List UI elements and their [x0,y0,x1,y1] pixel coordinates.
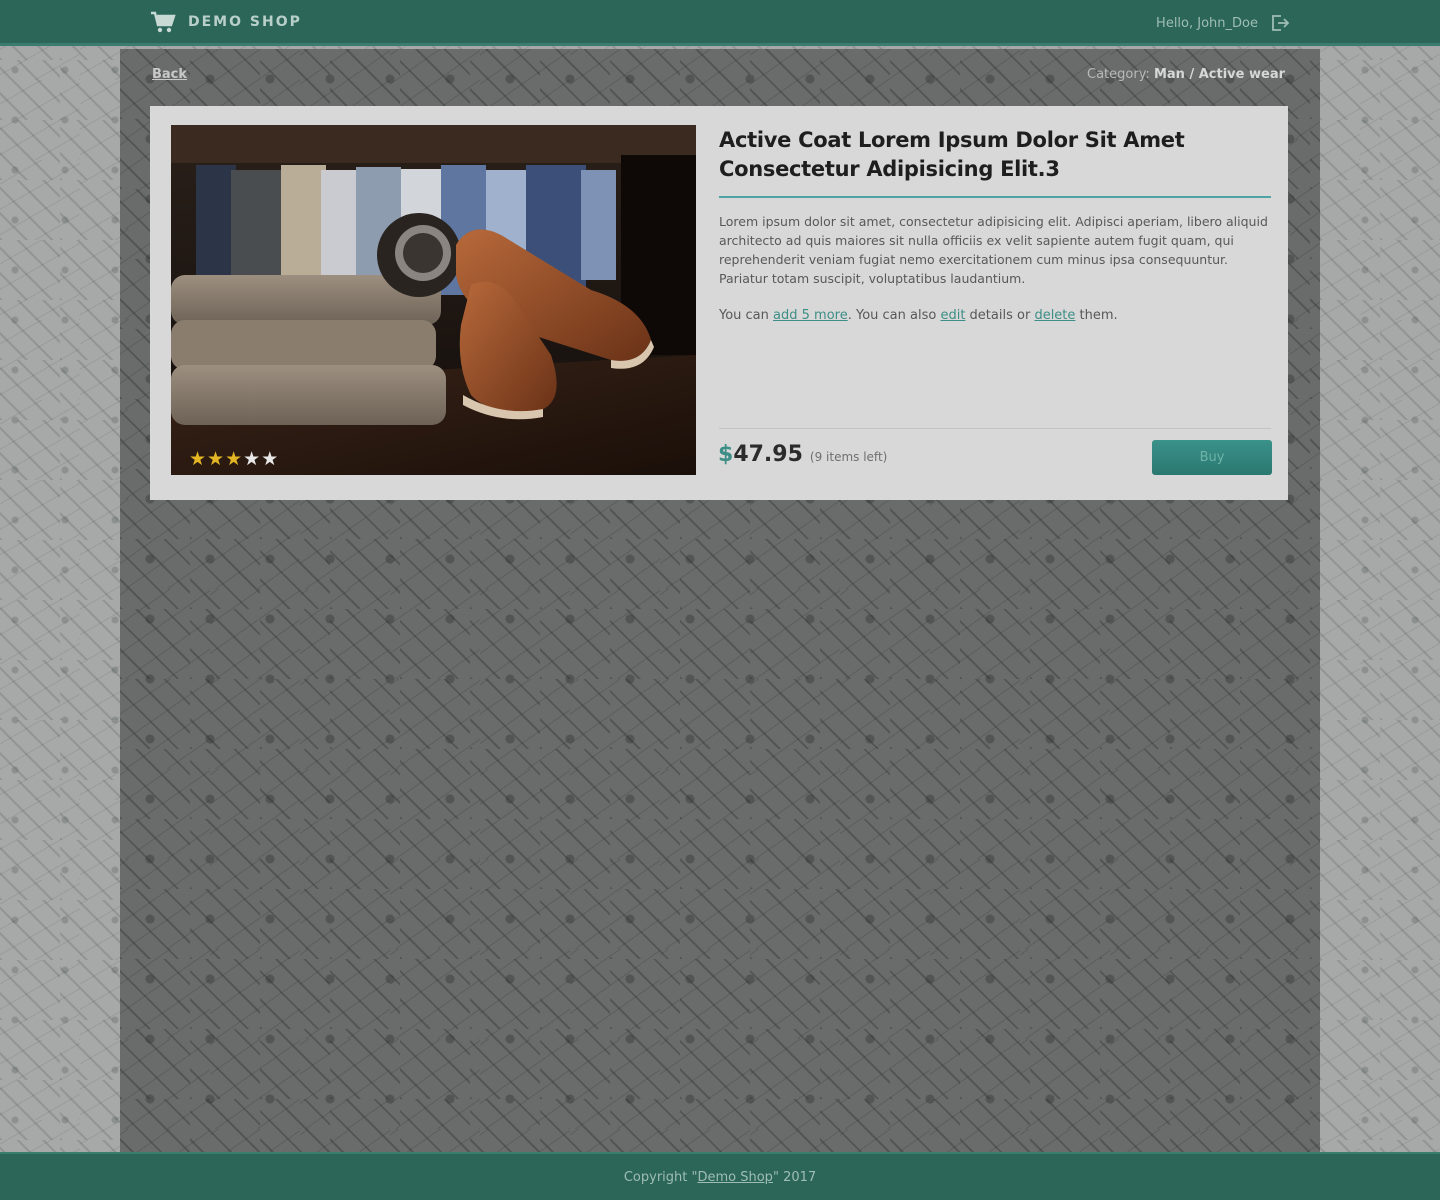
back-link[interactable]: Back [152,67,187,82]
footer: Copyright " Demo Shop " 2017 [0,1152,1440,1200]
delete-link[interactable]: delete [1034,308,1075,323]
brand-name: DEMO SHOP [188,14,302,30]
actions-text-4: them. [1075,308,1118,323]
star-empty-icon: ★ [243,448,261,470]
footer-brand-link[interactable]: Demo Shop [697,1170,772,1185]
breadcrumb: Category: Man / Active wear [1087,67,1285,82]
logout-icon[interactable] [1270,13,1290,33]
add-more-link[interactable]: add 5 more [773,308,848,323]
category-label: Category: [1087,67,1150,82]
star-filled-icon: ★ [189,448,207,470]
price-value: 47.95 [733,442,803,467]
price: $47.95 [718,442,803,467]
product-title: Active Coat Lorem Ipsum Dolor Sit Amet C… [719,128,1185,181]
currency-symbol: $ [718,442,734,467]
copyright-prefix: Copyright " [623,1169,698,1185]
star-empty-icon: ★ [261,448,279,470]
stock-count: (9 items left) [809,450,888,464]
user-menu: Hello, John_Doe [1156,13,1290,33]
actions-text-1: You can [719,308,774,323]
product-info: Active Coat Lorem Ipsum Dolor Sit Amet C… [719,126,1271,323]
category-path[interactable]: Man / Active wear [1154,67,1285,82]
user-greeting: Hello, John_Doe [1156,15,1258,31]
copyright-suffix: " 2017 [772,1169,817,1185]
product-description: Lorem ipsum dolor sit amet, consectetur … [719,214,1268,286]
cart-icon [150,10,176,34]
edit-link[interactable]: edit [940,308,965,323]
star-filled-icon: ★ [207,448,225,470]
buy-button[interactable]: Buy [1152,440,1272,475]
top-header: DEMO SHOP Hello, John_Doe [0,0,1440,46]
star-rating: ★ ★ ★ ★ ★ [189,450,279,469]
product-image: ★ ★ ★ ★ ★ [171,125,696,475]
star-filled-icon: ★ [225,448,243,470]
title-divider [719,196,1271,198]
main-content: Back Category: Man / Active wear ★ ★ ★ ★… [120,49,1320,1152]
actions-text-2: . You can also [847,308,941,323]
product-actions: You can add 5 more. You can also edit de… [719,308,1271,323]
price-row: $47.95 (9 items left) [718,442,887,467]
product-card: ★ ★ ★ ★ ★ Active Coat Lorem Ipsum Dolor Sit … [150,106,1288,500]
actions-text-3: details or [965,308,1035,323]
price-divider [719,428,1271,429]
brand-logo[interactable]: DEMO SHOP [150,10,302,34]
